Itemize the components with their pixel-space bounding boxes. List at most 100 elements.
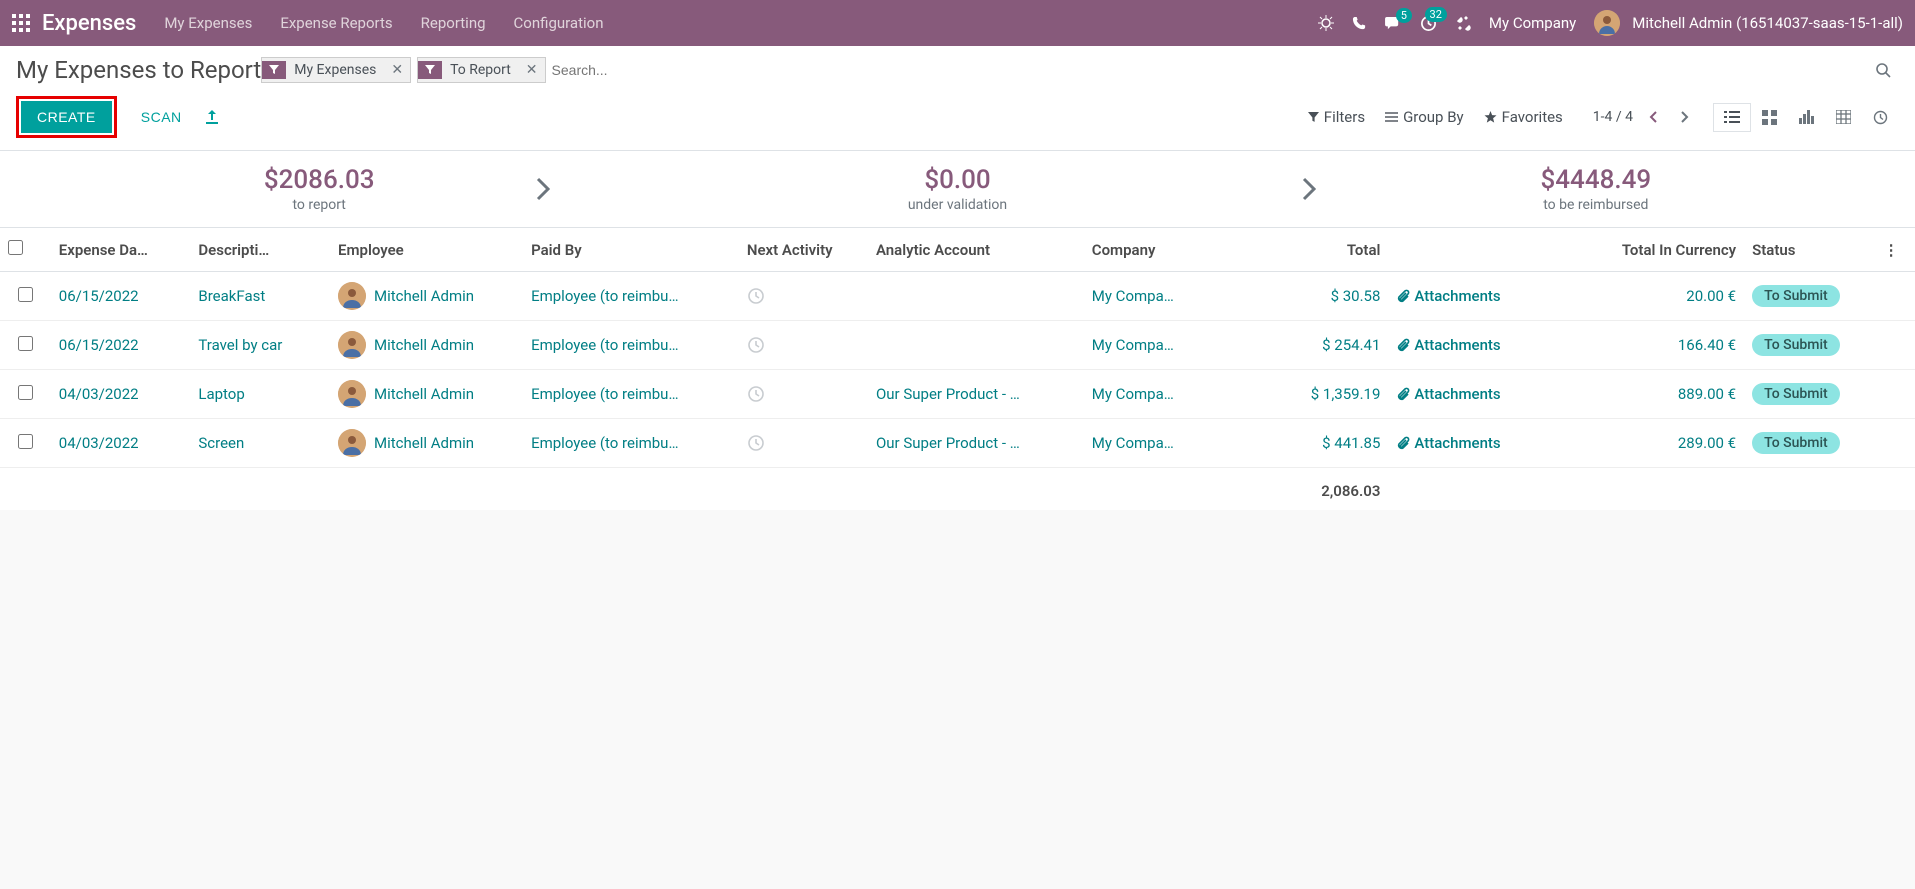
create-button[interactable]: CREATE bbox=[21, 101, 112, 133]
group-by-dropdown[interactable]: Group By bbox=[1385, 108, 1464, 126]
select-all-checkbox[interactable] bbox=[8, 240, 23, 255]
col-description[interactable]: Descripti… bbox=[190, 228, 330, 272]
status-badge: To Submit bbox=[1752, 285, 1840, 307]
pager-prev-button[interactable] bbox=[1645, 106, 1663, 128]
summary-band: $2086.03 to report $0.00 under validatio… bbox=[0, 151, 1915, 228]
table-row[interactable]: 04/03/2022 Laptop Mitchell Admin Employe… bbox=[0, 370, 1915, 419]
expense-list-table: Expense Da… Descripti… Employee Paid By … bbox=[0, 228, 1915, 510]
table-total-row: 2,086.03 bbox=[0, 468, 1915, 511]
col-employee[interactable]: Employee bbox=[330, 228, 523, 272]
cell-attachments[interactable]: Attachments bbox=[1388, 419, 1541, 468]
apps-icon[interactable] bbox=[12, 14, 30, 32]
column-options-button[interactable]: ⋮ bbox=[1876, 228, 1915, 272]
activity-view-button[interactable] bbox=[1862, 103, 1899, 132]
pager-value[interactable]: 1-4 / 4 bbox=[1593, 109, 1633, 125]
messaging-icon[interactable]: 5 bbox=[1385, 16, 1402, 31]
cell-paid-by: Employee (to reimbu… bbox=[523, 321, 739, 370]
row-checkbox[interactable] bbox=[18, 287, 33, 302]
filters-dropdown[interactable]: Filters bbox=[1308, 108, 1365, 126]
activity-icon[interactable]: 32 bbox=[1420, 15, 1437, 32]
funnel-icon bbox=[262, 61, 286, 79]
cell-description: BreakFast bbox=[190, 272, 330, 321]
employee-avatar-icon bbox=[338, 282, 366, 310]
cell-description: Screen bbox=[190, 419, 330, 468]
cell-date: 04/03/2022 bbox=[51, 419, 191, 468]
cell-status: To Submit bbox=[1744, 419, 1875, 468]
cell-company: My Compa… bbox=[1084, 272, 1249, 321]
nav-configuration[interactable]: Configuration bbox=[514, 14, 604, 32]
favorites-dropdown[interactable]: Favorites bbox=[1484, 108, 1563, 126]
cell-attachments[interactable]: Attachments bbox=[1388, 272, 1541, 321]
cell-company: My Compa… bbox=[1084, 370, 1249, 419]
cell-attachments[interactable]: Attachments bbox=[1388, 321, 1541, 370]
col-status[interactable]: Status bbox=[1744, 228, 1875, 272]
activity-badge: 32 bbox=[1425, 7, 1447, 22]
table-row[interactable]: 06/15/2022 BreakFast Mitchell Admin Empl… bbox=[0, 272, 1915, 321]
cell-description: Laptop bbox=[190, 370, 330, 419]
graph-view-button[interactable] bbox=[1788, 103, 1825, 132]
cell-employee: Mitchell Admin bbox=[330, 272, 523, 321]
nav-expense-reports[interactable]: Expense Reports bbox=[280, 14, 392, 32]
status-badge: To Submit bbox=[1752, 383, 1840, 405]
list-view-button[interactable] bbox=[1713, 103, 1751, 132]
table-row[interactable]: 04/03/2022 Screen Mitchell Admin Employe… bbox=[0, 419, 1915, 468]
cell-total-currency: 289.00 € bbox=[1541, 419, 1744, 468]
employee-avatar-icon bbox=[338, 380, 366, 408]
user-menu[interactable]: Mitchell Admin (16514037-saas-15-1-all) bbox=[1594, 10, 1903, 36]
cell-status: To Submit bbox=[1744, 272, 1875, 321]
cell-next-activity[interactable] bbox=[739, 370, 868, 419]
control-panel: My Expenses to Report My Expenses ✕ bbox=[0, 46, 1915, 151]
summary-amount: $4448.49 bbox=[1277, 165, 1915, 195]
cell-attachments[interactable]: Attachments bbox=[1388, 370, 1541, 419]
scan-button[interactable]: SCAN bbox=[127, 101, 196, 133]
cell-analytic bbox=[868, 321, 1084, 370]
summary-under-validation[interactable]: $0.00 under validation bbox=[638, 165, 1276, 213]
group-by-label: Group By bbox=[1403, 108, 1464, 126]
nav-links: My Expenses Expense Reports Reporting Co… bbox=[164, 14, 603, 32]
messaging-badge: 5 bbox=[1396, 8, 1412, 23]
phone-icon[interactable] bbox=[1352, 16, 1367, 31]
debug-icon[interactable] bbox=[1318, 15, 1334, 31]
cell-next-activity[interactable] bbox=[739, 321, 868, 370]
cell-next-activity[interactable] bbox=[739, 419, 868, 468]
col-date[interactable]: Expense Da… bbox=[51, 228, 191, 272]
table-header-row: Expense Da… Descripti… Employee Paid By … bbox=[0, 228, 1915, 272]
table-row[interactable]: 06/15/2022 Travel by car Mitchell Admin … bbox=[0, 321, 1915, 370]
row-checkbox[interactable] bbox=[18, 385, 33, 400]
cell-total: $ 30.58 bbox=[1249, 272, 1389, 321]
upload-icon[interactable] bbox=[196, 101, 228, 133]
nav-my-expenses[interactable]: My Expenses bbox=[164, 14, 252, 32]
row-checkbox[interactable] bbox=[18, 336, 33, 351]
col-next-activity[interactable]: Next Activity bbox=[739, 228, 868, 272]
nav-reporting[interactable]: Reporting bbox=[421, 14, 486, 32]
cell-date: 06/15/2022 bbox=[51, 321, 191, 370]
user-name: Mitchell Admin (16514037-saas-15-1-all) bbox=[1632, 14, 1903, 32]
cell-total-currency: 166.40 € bbox=[1541, 321, 1744, 370]
col-company[interactable]: Company bbox=[1084, 228, 1249, 272]
filters-label: Filters bbox=[1324, 108, 1365, 126]
facet-remove-button[interactable]: ✕ bbox=[519, 58, 545, 82]
facet-remove-button[interactable]: ✕ bbox=[384, 58, 410, 82]
cell-total: $ 441.85 bbox=[1249, 419, 1389, 468]
col-total[interactable]: Total bbox=[1249, 228, 1389, 272]
col-total-currency[interactable]: Total In Currency bbox=[1541, 228, 1744, 272]
pager-next-button[interactable] bbox=[1675, 106, 1693, 128]
tools-icon[interactable] bbox=[1455, 15, 1471, 31]
row-checkbox[interactable] bbox=[18, 434, 33, 449]
summary-to-be-reimbursed[interactable]: $4448.49 to be reimbursed bbox=[1277, 165, 1915, 213]
chevron-right-icon bbox=[536, 177, 550, 201]
pivot-view-button[interactable] bbox=[1825, 103, 1862, 132]
col-analytic[interactable]: Analytic Account bbox=[868, 228, 1084, 272]
app-brand[interactable]: Expenses bbox=[42, 11, 136, 36]
cell-next-activity[interactable] bbox=[739, 272, 868, 321]
status-badge: To Submit bbox=[1752, 334, 1840, 356]
company-selector[interactable]: My Company bbox=[1489, 14, 1576, 32]
cell-date: 04/03/2022 bbox=[51, 370, 191, 419]
cell-employee: Mitchell Admin bbox=[330, 321, 523, 370]
cell-description: Travel by car bbox=[190, 321, 330, 370]
summary-amount: $0.00 bbox=[638, 165, 1276, 195]
kanban-view-button[interactable] bbox=[1751, 103, 1788, 132]
search-input[interactable] bbox=[546, 56, 1861, 84]
col-paid-by[interactable]: Paid By bbox=[523, 228, 739, 272]
search-icon[interactable] bbox=[1867, 62, 1899, 78]
